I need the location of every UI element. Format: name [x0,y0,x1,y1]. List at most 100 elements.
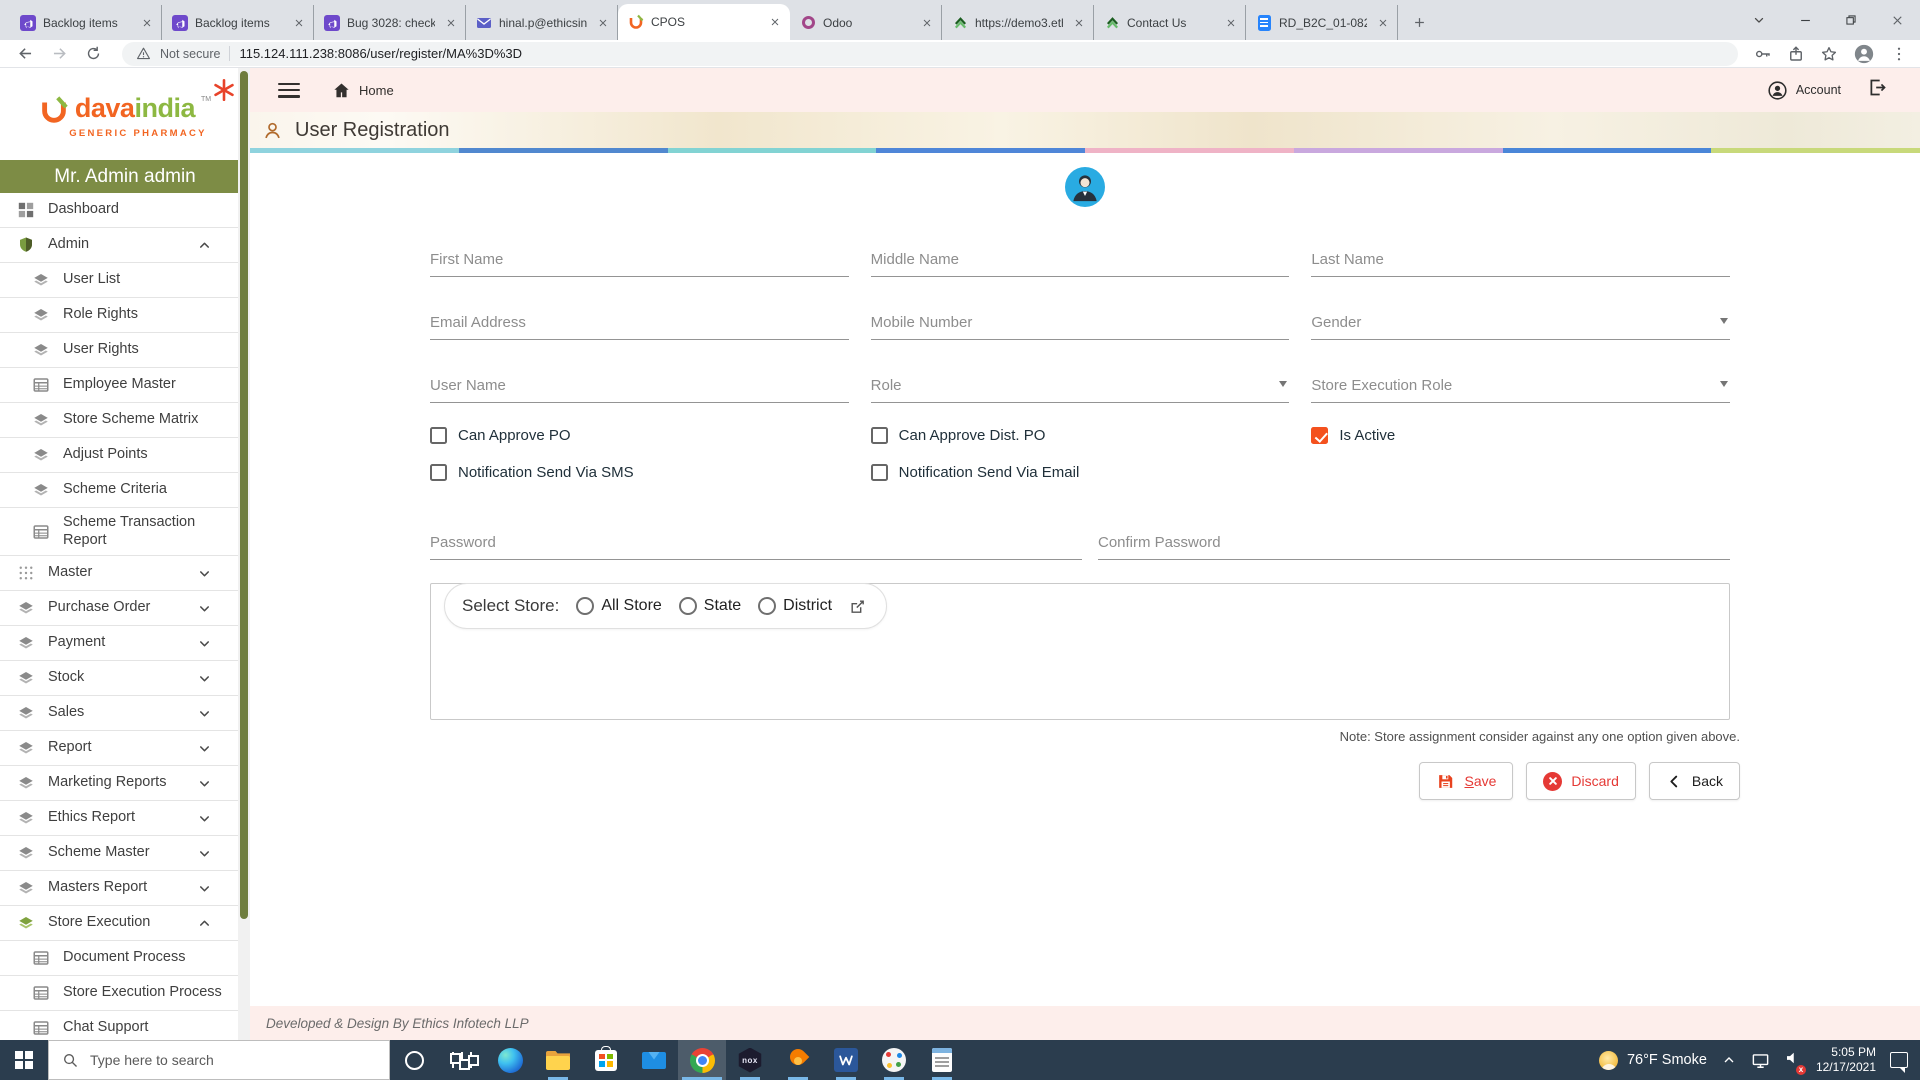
minimize-button[interactable] [1782,0,1828,40]
checkbox-can-approve-dist-po[interactable]: Can Approve Dist. PO [870,420,1290,451]
tab-close-icon[interactable] [138,14,155,31]
bookmark-star-icon[interactable] [1820,45,1838,63]
sidebar-item-dashboard[interactable]: Dashboard [0,193,238,228]
chrome-menu-icon[interactable] [1890,45,1908,63]
tab-search-icon[interactable] [1736,0,1782,40]
omnibox[interactable]: Not secure 115.124.111.238:8086/user/reg… [122,41,1738,66]
reload-icon[interactable] [80,41,106,67]
confirm-password-field[interactable] [1098,514,1730,560]
checkbox-icon[interactable] [870,464,888,481]
share-icon[interactable] [1787,45,1805,63]
sidebar-item-report[interactable]: Report [0,731,238,766]
email-field[interactable] [430,294,849,340]
tab-cpos-active[interactable]: CPOS [618,4,790,40]
mobile-field[interactable] [870,294,1290,340]
tab-odoo[interactable]: Odoo [790,5,942,40]
store-execution-role-select[interactable] [1311,357,1730,403]
sidebar-item-store-execution[interactable]: Store Execution [0,906,238,941]
sidebar-item-scheme-transaction-report[interactable]: Scheme Transaction Report [0,508,238,556]
taskbar-clock[interactable]: 5:05 PM 12/17/2021 [1816,1045,1876,1075]
sidebar-item-master[interactable]: Master [0,556,238,591]
cortana-icon[interactable] [390,1040,438,1080]
volume-muted-icon[interactable]: x [1784,1049,1806,1075]
password-field[interactable] [430,514,1082,560]
word-icon[interactable] [822,1040,870,1080]
weather-widget[interactable]: 76°F Smoke [1598,1050,1707,1070]
gender-select[interactable] [1311,294,1730,340]
tab-close-icon[interactable] [290,14,307,31]
sidebar-item-masters-report[interactable]: Masters Report [0,871,238,906]
role-select[interactable] [870,357,1290,403]
checkbox-checked-icon[interactable] [1311,427,1329,444]
sidebar-scrollbar[interactable] [238,68,250,1040]
checkbox-notification-sms[interactable]: Notification Send Via SMS [430,457,849,488]
sidebar-item-scheme-master[interactable]: Scheme Master [0,836,238,871]
tab-backlog-1[interactable]: Backlog items [10,5,162,40]
last-name-field[interactable] [1311,231,1730,277]
hamburger-menu-icon[interactable] [278,82,300,98]
tab-backlog-2[interactable]: Backlog items [162,5,314,40]
checkbox-notification-email[interactable]: Notification Send Via Email [870,457,1290,488]
notepad-icon[interactable] [918,1040,966,1080]
task-view-icon[interactable] [438,1040,486,1080]
tab-contact-us[interactable]: Contact Us [1094,5,1246,40]
username-field[interactable] [430,357,849,403]
tab-close-icon[interactable] [1070,14,1087,31]
tab-close-icon[interactable] [918,14,935,31]
middle-name-field[interactable] [870,231,1290,277]
logout-icon[interactable] [1867,77,1888,103]
sidebar-item-marketing-reports[interactable]: Marketing Reports [0,766,238,801]
flame-app-icon[interactable] [774,1040,822,1080]
sidebar-item-adjust-points[interactable]: Adjust Points [0,438,238,473]
sidebar-item-user-rights[interactable]: User Rights [0,333,238,368]
taskbar-search[interactable]: Type here to search [48,1040,390,1080]
mail-app-icon[interactable] [630,1040,678,1080]
tab-close-icon[interactable] [1222,14,1239,31]
radio-icon[interactable] [678,597,697,615]
paint-icon[interactable] [870,1040,918,1080]
checkbox-icon[interactable] [870,427,888,444]
sidebar-item-ethics-report[interactable]: Ethics Report [0,801,238,836]
sidebar-item-stock[interactable]: Stock [0,661,238,696]
tab-mail[interactable]: hinal.p@ethicsinfotech [466,5,618,40]
tab-rd-doc[interactable]: RD_B2C_01-082021- B [1246,5,1398,40]
first-name-field[interactable] [430,231,849,277]
radio-all-store[interactable]: All Store [576,597,662,615]
start-button[interactable] [0,1040,48,1080]
sidebar-item-store-execution-process[interactable]: Store Execution Process [0,976,238,1011]
action-center-icon[interactable] [1890,1052,1908,1073]
sidebar-item-scheme-criteria[interactable]: Scheme Criteria [0,473,238,508]
tab-close-icon[interactable] [766,14,783,31]
network-icon[interactable] [1751,1051,1770,1070]
nox-player-icon[interactable]: nox [726,1040,774,1080]
sidebar-item-document-process[interactable]: Document Process [0,941,238,976]
account-nav[interactable]: Account [1767,80,1841,101]
sidebar-scrollbar-thumb[interactable] [240,71,248,919]
radio-icon[interactable] [576,597,595,615]
home-nav[interactable]: Home [332,81,394,100]
discard-button[interactable]: Discard [1526,762,1636,800]
chrome-icon[interactable] [678,1040,726,1080]
tab-bug-3028[interactable]: Bug 3028: check spell [314,5,466,40]
tab-close-icon[interactable] [1374,14,1391,31]
radio-district[interactable]: District [758,597,832,615]
sidebar-item-role-rights[interactable]: Role Rights [0,298,238,333]
sidebar-item-payment[interactable]: Payment [0,626,238,661]
checkbox-is-active[interactable]: Is Active [1311,420,1730,451]
sidebar-item-employee-master[interactable]: Employee Master [0,368,238,403]
sidebar-item-admin[interactable]: Admin [0,228,238,263]
sidebar-item-user-list[interactable]: User List [0,263,238,298]
sidebar-item-purchase-order[interactable]: Purchase Order [0,591,238,626]
tab-close-icon[interactable] [594,14,611,31]
profile-avatar-icon[interactable] [1853,43,1875,65]
radio-icon[interactable] [758,597,777,615]
microsoft-store-icon[interactable] [582,1040,630,1080]
password-key-icon[interactable] [1754,45,1772,63]
checkbox-can-approve-po[interactable]: Can Approve PO [430,420,849,451]
edge-icon[interactable] [486,1040,534,1080]
close-button[interactable] [1874,0,1920,40]
sidebar-item-sales[interactable]: Sales [0,696,238,731]
sidebar-item-store-scheme-matrix[interactable]: Store Scheme Matrix [0,403,238,438]
file-explorer-icon[interactable] [534,1040,582,1080]
tab-close-icon[interactable] [442,14,459,31]
